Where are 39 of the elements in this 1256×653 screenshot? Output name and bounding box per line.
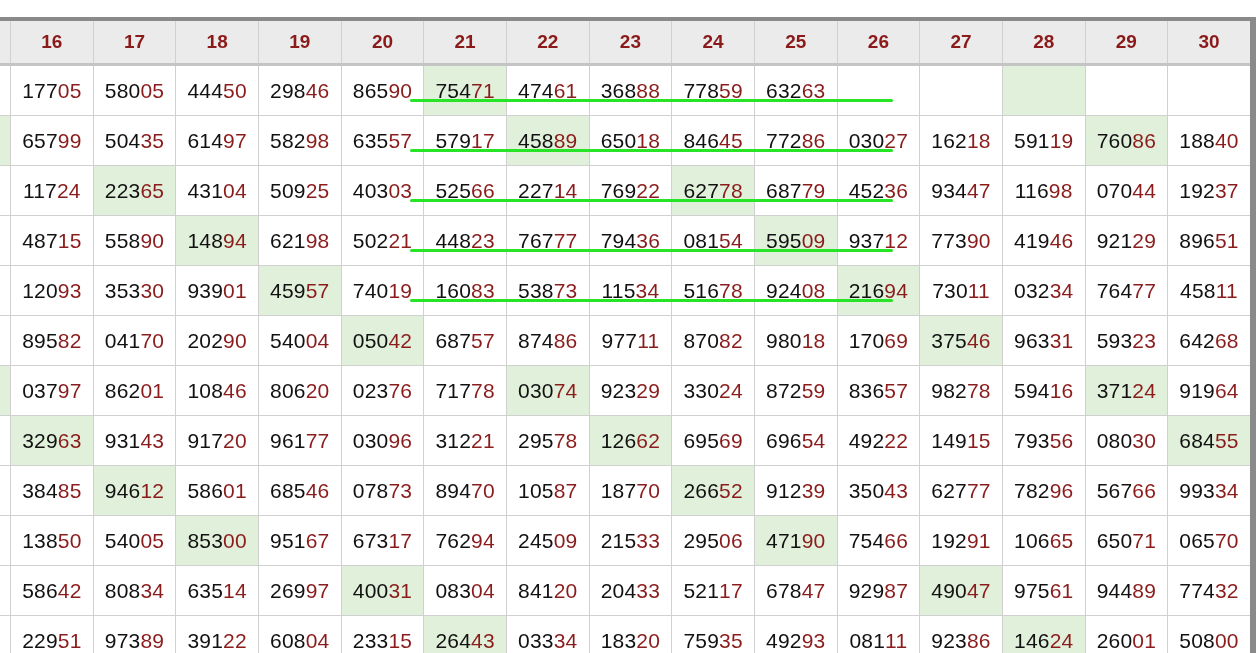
table-cell: 03074 [505,366,589,415]
table-cell: 32963 [10,416,93,465]
table-cell: 21694 [836,266,920,315]
table-cell: 68455 [1167,416,1250,465]
column-header: 18 [175,21,258,63]
table-cell: 37124 [1084,366,1168,415]
table-cell: 40031 [340,566,424,615]
column-header: 17 [92,21,176,63]
column-header: 27 [919,21,1002,63]
column-header: 19 [257,21,341,63]
table-cell: 26443 [423,616,506,653]
table-cell: 49047 [919,566,1002,615]
column-header: 26 [836,21,920,63]
column-header: 23 [588,21,672,63]
column-header: 30 [1167,21,1250,63]
table-cell: 37546 [919,316,1002,365]
table-cell: 59509 [753,216,837,265]
table-cell: 05042 [340,316,424,365]
table-cell: 62778 [671,166,754,215]
table-cell: 94612 [92,466,176,515]
table-cell: 76086 [1084,116,1168,165]
table-cell: 14894 [175,216,258,265]
column-header: 22 [505,21,589,63]
table-cell: 45889 [505,116,589,165]
column-header: 25 [753,21,837,63]
column-header: 16 [10,21,93,63]
table-cell: 14624 [1001,616,1085,653]
column-header: 20 [340,21,424,63]
column-header: 28 [1001,21,1085,63]
column-header: 21 [423,21,506,63]
table-cell: 75471 [423,66,506,115]
table-cell: 22365 [92,166,176,215]
column-header: 24 [671,21,754,63]
table-cell: 26652 [671,466,754,515]
table-cell: 85300 [175,516,258,565]
table-cell: 12662 [588,416,672,465]
table-cell: 47190 [753,516,837,565]
table-cell: 45957 [257,266,341,315]
column-header: 29 [1084,21,1168,63]
